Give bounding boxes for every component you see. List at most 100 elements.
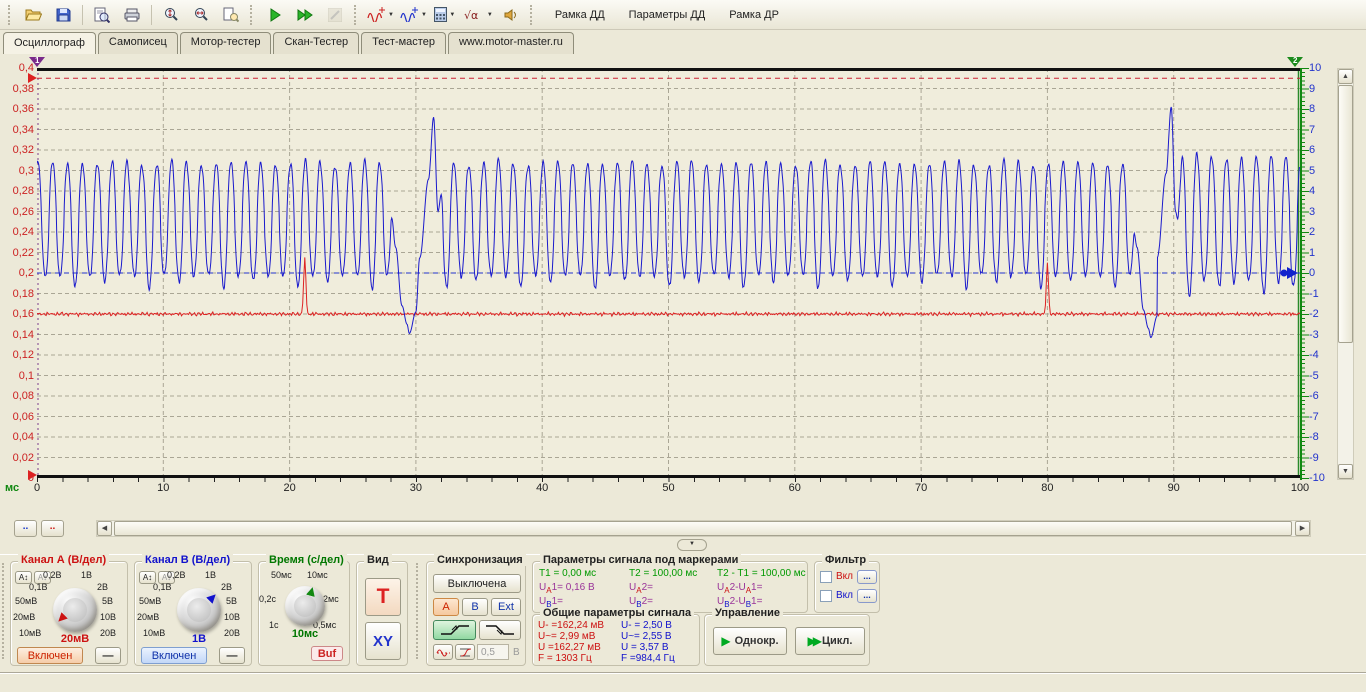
run-icon (268, 8, 282, 22)
right-axis-label: -3 (1309, 329, 1319, 341)
edit-button[interactable] (320, 2, 350, 27)
channel-b-knob[interactable] (177, 588, 221, 632)
knob-scale-label: 50мВ (139, 596, 161, 606)
menu-ramka-dd[interactable]: Рамка ДД (546, 6, 614, 24)
right-axis-label: 1 (1309, 247, 1315, 259)
channel-b-wave-button[interactable]: ▼ (397, 2, 430, 27)
left-axis-label: 0,36 (1, 103, 34, 115)
knob-scale-label: 5В (226, 596, 237, 606)
knob-scale-label: 5В (102, 596, 113, 606)
knob-scale-label: 10мВ (19, 628, 41, 638)
toolbar-grip[interactable] (530, 5, 536, 25)
common-param-value: F = 1303 Гц (538, 653, 592, 664)
waveform-canvas[interactable] (37, 68, 1300, 478)
zoom-horizontal-button[interactable] (186, 2, 216, 27)
channel-a-group: Канал А (В/дел) A↕ A↕ 0,2В1В0,1В2В50мВ5В… (10, 561, 128, 666)
channel-b-minus-button[interactable]: — (219, 647, 245, 664)
channel-a-knob-pointer (55, 612, 68, 625)
channel-b-marker-dots-button[interactable]: .. (41, 520, 64, 537)
sync-source-a-button[interactable]: А (433, 598, 459, 616)
sync-level-mode-button[interactable] (455, 644, 475, 660)
knob-scale-label: 20мВ (13, 612, 35, 622)
right-axis-label: -7 (1309, 411, 1319, 423)
menu-parametry-dd[interactable]: Параметры ДД (620, 6, 715, 24)
x-axis-label: 60 (789, 482, 801, 494)
save-button[interactable] (48, 2, 78, 27)
filter-b-more-button[interactable]: ... (857, 589, 877, 603)
time-knob[interactable] (285, 586, 325, 626)
tab-item[interactable]: Осциллограф (3, 32, 96, 55)
toolbar-grip[interactable] (354, 5, 360, 25)
sound-button[interactable] (496, 2, 526, 27)
channel-a-level-marker[interactable] (28, 73, 37, 83)
run-button[interactable] (260, 2, 290, 27)
view-title: Вид (364, 554, 392, 566)
tab-item[interactable]: Самописец (98, 32, 178, 54)
falling-edge-button[interactable] (479, 620, 521, 640)
sync-source-ext-button[interactable]: Ext (491, 598, 521, 616)
sync-state-button[interactable]: Выключена (433, 574, 521, 593)
toolbar-grip[interactable] (250, 5, 256, 25)
run-continuous-button[interactable] (290, 2, 320, 27)
menu-ramka-dr[interactable]: Рамка ДР (720, 6, 788, 24)
filter-b-checkbox[interactable] (820, 590, 832, 602)
sine-wave-icon (436, 647, 451, 658)
panel-grip[interactable] (416, 563, 422, 659)
x-axis-label: 50 (662, 482, 674, 494)
filter-a-more-button[interactable]: ... (857, 570, 877, 584)
open-button[interactable] (18, 2, 48, 27)
sync-level-input[interactable] (477, 644, 509, 660)
scroll-left-button[interactable]: ◀ (97, 521, 112, 536)
sync-wave-mode-button[interactable] (433, 644, 453, 660)
channel-a-knob[interactable] (53, 588, 97, 632)
horizontal-scroll-thumb[interactable] (114, 521, 1292, 536)
buffer-button[interactable]: Buf (311, 646, 343, 661)
channel-a-wave-button[interactable]: ▼ (364, 2, 397, 27)
vertical-scroll-thumb[interactable] (1338, 85, 1353, 343)
sqrt-alpha-button[interactable]: √α▼ (460, 2, 496, 27)
common-param-value: U =162,27 мВ (538, 642, 601, 653)
sync-source-b-button[interactable]: В (462, 598, 488, 616)
scroll-right-button[interactable]: ▶ (1295, 521, 1310, 536)
view-group: Вид Т XY (356, 561, 408, 666)
tab-item[interactable]: Мотор-тестер (180, 32, 272, 54)
time-marker-2[interactable]: 2 (1287, 57, 1303, 67)
print-button[interactable] (117, 2, 147, 27)
calculator-button[interactable]: ▼ (430, 2, 460, 27)
view-t-button[interactable]: Т (365, 578, 401, 616)
toolbar-grip[interactable] (8, 5, 14, 25)
left-axis-label: 0,16 (1, 308, 34, 320)
x-axis-label: 30 (410, 482, 422, 494)
view-xy-button[interactable]: XY (365, 622, 401, 660)
rising-edge-button[interactable] (433, 620, 476, 640)
left-axis: 0,40,380,360,340,320,30,280,260,240,220,… (0, 54, 34, 494)
channel-a-minus-button[interactable]: — (95, 647, 121, 664)
channel-b-wave-icon (400, 7, 419, 22)
channel-a-marker-dots-button[interactable]: .. (14, 520, 37, 537)
channel-b-power-button[interactable]: Включен (141, 647, 207, 664)
cycle-run-button[interactable]: ▶▶ Цикл. (795, 627, 865, 655)
horizontal-scrollbar[interactable]: ◀ ▶ (96, 520, 1311, 537)
channel-a-power-button[interactable]: Включен (17, 647, 83, 664)
scroll-up-button[interactable]: ▲ (1338, 69, 1353, 84)
zoom-vertical-button[interactable] (156, 2, 186, 27)
panel-collapse-handle[interactable]: ▼ (677, 539, 707, 551)
left-axis-label: 0,18 (1, 288, 34, 300)
single-run-button[interactable]: ▶ Однокр. (713, 627, 787, 655)
scroll-down-button[interactable]: ▼ (1338, 464, 1353, 479)
tab-item[interactable]: Тест-мастер (361, 32, 446, 54)
tab-item[interactable]: Скан-Тестер (273, 32, 359, 54)
chevron-down-icon: ▼ (449, 12, 455, 18)
right-axis-label: -1 (1309, 288, 1319, 300)
time-marker-1[interactable]: 1 (29, 57, 45, 67)
run-continuous-icon (297, 8, 314, 22)
tab-item[interactable]: www.motor-master.ru (448, 32, 574, 54)
panel-grip[interactable] (2, 563, 8, 659)
zoom-document-button[interactable] (216, 2, 246, 27)
play-fast-icon: ▶▶ (808, 634, 818, 648)
print-preview-button[interactable] (87, 2, 117, 27)
time-knob-pointer (306, 586, 317, 597)
vertical-scrollbar[interactable]: ▲ ▼ (1337, 68, 1354, 480)
filter-a-checkbox[interactable] (820, 571, 832, 583)
channel-a-zero-marker[interactable] (28, 470, 37, 480)
